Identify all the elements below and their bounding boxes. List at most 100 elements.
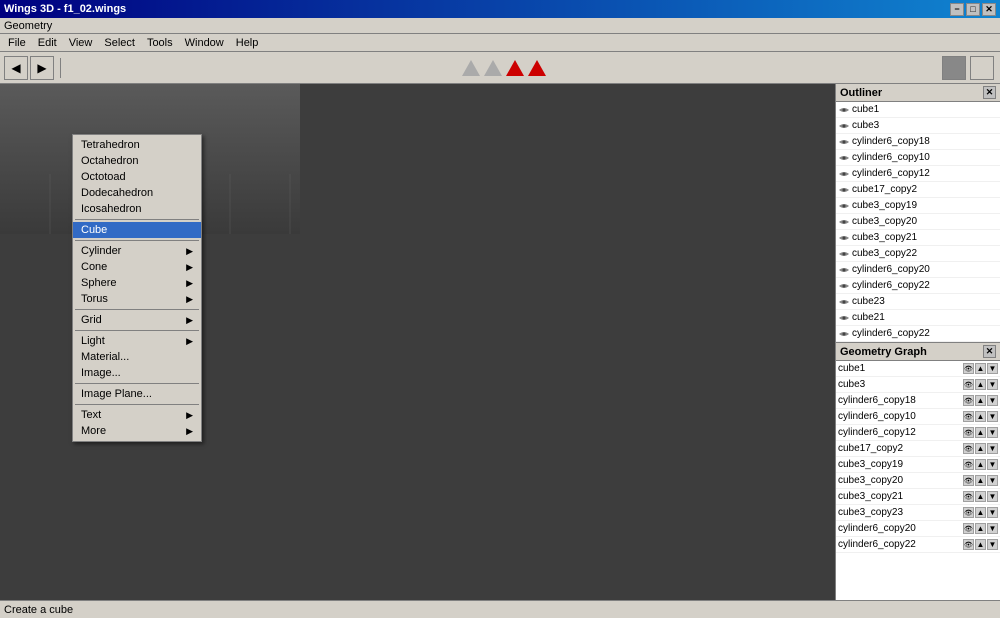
geometry-graph-item[interactable]: cube3👁▲▼ <box>836 377 1000 393</box>
visibility-icon[interactable]: 👁 <box>963 395 974 406</box>
tri-outline-2[interactable] <box>484 60 502 76</box>
down-arrow-icon[interactable]: ▼ <box>987 539 998 550</box>
menu-view[interactable]: View <box>63 36 99 50</box>
outliner-item[interactable]: cube1 <box>836 102 1000 118</box>
menu-select[interactable]: Select <box>98 36 141 50</box>
down-arrow-icon[interactable]: ▼ <box>987 459 998 470</box>
outliner-item[interactable]: cube3_copy21 <box>836 230 1000 246</box>
up-arrow-icon[interactable]: ▲ <box>975 491 986 502</box>
down-arrow-icon[interactable]: ▼ <box>987 491 998 502</box>
visibility-icon[interactable]: 👁 <box>963 363 974 374</box>
ctx-more[interactable]: More▶ <box>73 423 201 439</box>
outliner-item[interactable]: cylinder6_copy22 <box>836 326 1000 342</box>
up-arrow-icon[interactable]: ▲ <box>975 523 986 534</box>
visibility-icon[interactable]: 👁 <box>963 379 974 390</box>
ctx-grid[interactable]: Grid▶ <box>73 312 201 328</box>
menu-edit[interactable]: Edit <box>32 36 63 50</box>
outliner-item[interactable]: cube3_copy22 <box>836 246 1000 262</box>
ctx-octotoad[interactable]: Octotoad <box>73 169 201 185</box>
down-arrow-icon[interactable]: ▼ <box>987 475 998 486</box>
ctx-tetrahedron[interactable]: Tetrahedron <box>73 137 201 153</box>
up-arrow-icon[interactable]: ▲ <box>975 507 986 518</box>
geometry-graph-item[interactable]: cylinder6_copy12👁▲▼ <box>836 425 1000 441</box>
geometry-graph-item[interactable]: cylinder6_copy10👁▲▼ <box>836 409 1000 425</box>
visibility-icon[interactable]: 👁 <box>963 443 974 454</box>
tri-filled-1[interactable] <box>506 60 524 76</box>
visibility-icon[interactable]: 👁 <box>963 507 974 518</box>
visibility-icon[interactable]: 👁 <box>963 459 974 470</box>
menu-window[interactable]: Window <box>179 36 230 50</box>
up-arrow-icon[interactable]: ▲ <box>975 363 986 374</box>
up-arrow-icon[interactable]: ▲ <box>975 443 986 454</box>
visibility-icon[interactable]: 👁 <box>963 475 974 486</box>
menu-help[interactable]: Help <box>230 36 265 50</box>
down-arrow-icon[interactable]: ▼ <box>987 443 998 454</box>
outliner-item[interactable]: cube21 <box>836 310 1000 326</box>
viewport[interactable]: X Z Y <box>0 84 835 600</box>
ctx-cone[interactable]: Cone▶ <box>73 259 201 275</box>
ctx-octahedron[interactable]: Octahedron <box>73 153 201 169</box>
ctx-icosahedron[interactable]: Icosahedron <box>73 201 201 217</box>
outliner-item[interactable]: cube17_copy2 <box>836 182 1000 198</box>
outliner-item[interactable]: cylinder6_copy12 <box>836 166 1000 182</box>
up-arrow-icon[interactable]: ▲ <box>975 427 986 438</box>
visibility-icon[interactable]: 👁 <box>963 411 974 422</box>
visibility-icon[interactable]: 👁 <box>963 427 974 438</box>
close-button[interactable]: ✕ <box>982 3 996 16</box>
outliner-content[interactable]: cube1cube3cylinder6_copy18cylinder6_copy… <box>836 102 1000 342</box>
down-arrow-icon[interactable]: ▼ <box>987 395 998 406</box>
geometry-graph-item[interactable]: cube17_copy2👁▲▼ <box>836 441 1000 457</box>
ctx-torus[interactable]: Torus▶ <box>73 291 201 307</box>
ctx-material[interactable]: Material... <box>73 349 201 365</box>
up-arrow-icon[interactable]: ▲ <box>975 475 986 486</box>
ctx-image-plane[interactable]: Image Plane... <box>73 386 201 402</box>
context-menu[interactable]: Tetrahedron Octahedron Octotoad Dodecahe… <box>72 134 202 442</box>
up-arrow-icon[interactable]: ▲ <box>975 379 986 390</box>
ctx-text[interactable]: Text▶ <box>73 407 201 423</box>
outliner-item[interactable]: cylinder6_copy18 <box>836 134 1000 150</box>
menu-tools[interactable]: Tools <box>141 36 179 50</box>
ctx-sphere[interactable]: Sphere▶ <box>73 275 201 291</box>
visibility-icon[interactable]: 👁 <box>963 523 974 534</box>
tri-outline-1[interactable] <box>462 60 480 76</box>
outliner-item[interactable]: cube3_copy19 <box>836 198 1000 214</box>
toolbar-left-arrow[interactable]: ◀ <box>4 56 28 80</box>
ctx-cylinder[interactable]: Cylinder▶ <box>73 243 201 259</box>
up-arrow-icon[interactable]: ▲ <box>975 395 986 406</box>
down-arrow-icon[interactable]: ▼ <box>987 523 998 534</box>
toolbar-right-arrow[interactable]: ▶ <box>30 56 54 80</box>
maximize-button[interactable]: □ <box>966 3 980 16</box>
down-arrow-icon[interactable]: ▼ <box>987 507 998 518</box>
outliner-item[interactable]: cylinder6_copy10 <box>836 150 1000 166</box>
geometry-graph-item[interactable]: cylinder6_copy18👁▲▼ <box>836 393 1000 409</box>
geometry-graph-item[interactable]: cube3_copy19👁▲▼ <box>836 457 1000 473</box>
down-arrow-icon[interactable]: ▼ <box>987 363 998 374</box>
ctx-light[interactable]: Light▶ <box>73 333 201 349</box>
visibility-icon[interactable]: 👁 <box>963 539 974 550</box>
geometry-graph-item[interactable]: cylinder6_copy20👁▲▼ <box>836 521 1000 537</box>
outliner-item[interactable]: cylinder6_copy20 <box>836 262 1000 278</box>
down-arrow-icon[interactable]: ▼ <box>987 379 998 390</box>
minimize-button[interactable]: − <box>950 3 964 16</box>
up-arrow-icon[interactable]: ▲ <box>975 539 986 550</box>
down-arrow-icon[interactable]: ▼ <box>987 427 998 438</box>
geometry-graph-item[interactable]: cube3_copy21👁▲▼ <box>836 489 1000 505</box>
view-option-1[interactable] <box>942 56 966 80</box>
ctx-image[interactable]: Image... <box>73 365 201 381</box>
ctx-cube[interactable]: Cube <box>73 222 201 238</box>
up-arrow-icon[interactable]: ▲ <box>975 459 986 470</box>
outliner-item[interactable]: cube3_copy20 <box>836 214 1000 230</box>
geometry-graph-item[interactable]: cube1👁▲▼ <box>836 361 1000 377</box>
ctx-dodecahedron[interactable]: Dodecahedron <box>73 185 201 201</box>
outliner-item[interactable]: cylinder6_copy22 <box>836 278 1000 294</box>
tri-filled-2[interactable] <box>528 60 546 76</box>
up-arrow-icon[interactable]: ▲ <box>975 411 986 422</box>
menu-file[interactable]: File <box>2 36 32 50</box>
geometry-graph-close[interactable]: ✕ <box>983 345 996 358</box>
geometry-graph-item[interactable]: cube3_copy23👁▲▼ <box>836 505 1000 521</box>
visibility-icon[interactable]: 👁 <box>963 491 974 502</box>
outliner-item[interactable]: cube23 <box>836 294 1000 310</box>
geometry-graph-item[interactable]: cylinder6_copy22👁▲▼ <box>836 537 1000 553</box>
down-arrow-icon[interactable]: ▼ <box>987 411 998 422</box>
geometry-graph-item[interactable]: cube3_copy20👁▲▼ <box>836 473 1000 489</box>
